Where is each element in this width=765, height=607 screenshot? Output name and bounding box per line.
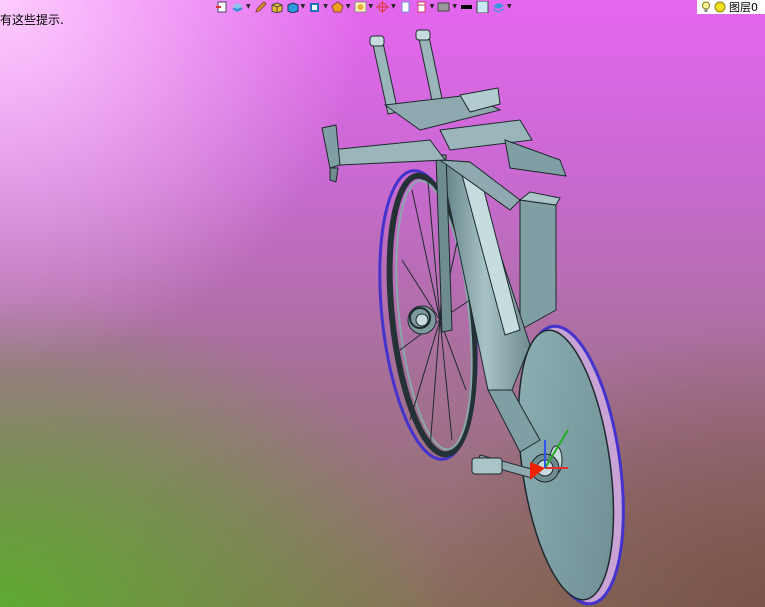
model-viewport[interactable]: 有这些提示. ▼ ▼ ▼ ▼ ▼ ▼ ▼ ▼ ▼ 图层0 bbox=[0, 0, 765, 607]
seat-fairing bbox=[518, 191, 561, 331]
bicycle-model bbox=[321, 29, 625, 606]
aero-extensions bbox=[369, 29, 502, 131]
rear-disc-wheel bbox=[517, 324, 625, 606]
